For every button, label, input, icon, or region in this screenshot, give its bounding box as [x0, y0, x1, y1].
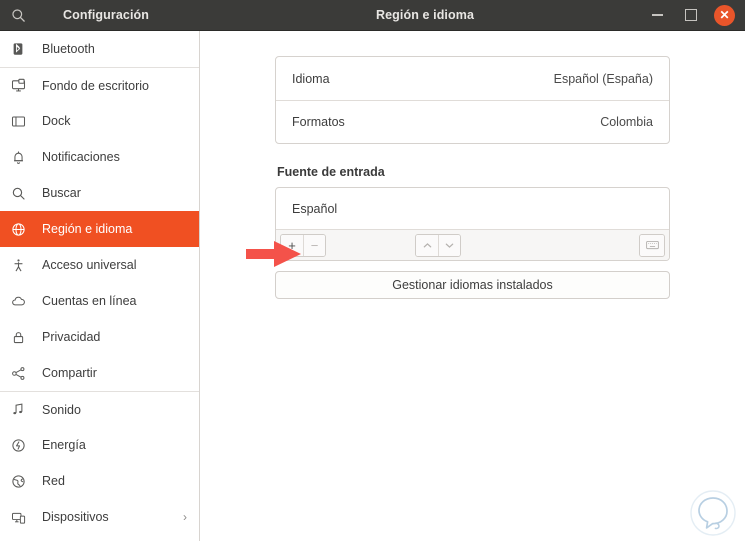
sidebar-item-energia[interactable]: Energía	[0, 427, 199, 463]
keyboard-preview-group	[639, 234, 665, 257]
minimize-button[interactable]	[646, 4, 668, 26]
sidebar-item-buscar[interactable]: Buscar	[0, 175, 199, 211]
formats-row-label: Formatos	[292, 115, 345, 129]
main-panel: Idioma Español (España) Formatos Colombi…	[200, 31, 745, 541]
manage-installed-languages-button[interactable]: Gestionar idiomas instalados	[275, 271, 670, 299]
input-source-section-title: Fuente de entrada	[277, 165, 670, 179]
sidebar-item-compartir[interactable]: Compartir	[0, 355, 199, 391]
dock-icon	[11, 114, 33, 129]
sidebar-item-label: Dispositivos	[42, 510, 183, 524]
maximize-button[interactable]	[680, 4, 702, 26]
input-source-list-item[interactable]: Español	[276, 188, 669, 229]
add-input-source-button[interactable]: +	[281, 235, 303, 256]
sidebar-item-label: Energía	[42, 438, 189, 452]
settings-window: Configuración Región e idioma ✕ Bluetoot…	[0, 0, 745, 541]
sidebar-item-fondo-de-escritorio[interactable]: Fondo de escritorio	[0, 67, 199, 103]
sidebar-item-detalles[interactable]: Detalles ›	[0, 535, 199, 541]
bell-icon	[11, 150, 33, 165]
app-title: Configuración	[34, 8, 200, 22]
accessibility-icon	[11, 258, 33, 273]
devices-icon	[11, 510, 33, 525]
sidebar-item-cuentas-en-linea[interactable]: Cuentas en línea	[0, 283, 199, 319]
language-row-label: Idioma	[292, 72, 330, 86]
sidebar-item-label: Notificaciones	[42, 150, 189, 164]
network-globe-icon	[11, 474, 33, 489]
music-note-icon	[11, 402, 33, 417]
sidebar-item-label: Dock	[42, 114, 189, 128]
sidebar-item-bluetooth[interactable]: Bluetooth	[0, 31, 199, 67]
sidebar-item-sonido[interactable]: Sonido	[0, 391, 199, 427]
input-source-item-label: Español	[292, 202, 337, 216]
formats-row-value: Colombia	[600, 115, 653, 129]
sidebar-item-label: Cuentas en línea	[42, 294, 189, 308]
sidebar-item-label: Bluetooth	[42, 42, 189, 56]
sidebar-item-red[interactable]: Red	[0, 463, 199, 499]
sidebar-item-label: Región e idioma	[42, 222, 189, 236]
keyboard-icon[interactable]	[640, 235, 664, 256]
main-content: Idioma Español (España) Formatos Colombi…	[275, 31, 670, 299]
power-icon	[11, 438, 33, 453]
language-row-value: Español (España)	[554, 72, 653, 86]
chevron-right-icon: ›	[183, 510, 189, 524]
lock-icon	[11, 330, 33, 345]
move-group	[415, 234, 461, 257]
sidebar-item-label: Compartir	[42, 366, 189, 380]
titlebar-main-section: Región e idioma ✕	[200, 0, 745, 30]
input-source-card: Español + −	[275, 187, 670, 261]
settings-sidebar: Bluetooth Fondo de escritorio Dock	[0, 31, 200, 541]
sidebar-item-label: Acceso universal	[42, 258, 189, 272]
titlebar: Configuración Región e idioma ✕	[0, 0, 745, 31]
sidebar-item-acceso-universal[interactable]: Acceso universal	[0, 247, 199, 283]
chevron-up-icon[interactable]	[416, 235, 438, 256]
formats-row[interactable]: Formatos Colombia	[276, 100, 669, 143]
language-row[interactable]: Idioma Español (España)	[276, 57, 669, 100]
sidebar-item-region-e-idioma[interactable]: Región e idioma	[0, 211, 199, 247]
search-icon	[11, 186, 33, 201]
sidebar-item-label: Fondo de escritorio	[42, 79, 189, 93]
sidebar-item-notificaciones[interactable]: Notificaciones	[0, 139, 199, 175]
add-remove-group: + −	[280, 234, 326, 257]
sidebar-item-label: Sonido	[42, 403, 189, 417]
sidebar-item-privacidad[interactable]: Privacidad	[0, 319, 199, 355]
chevron-down-icon[interactable]	[438, 235, 460, 256]
sidebar-item-dispositivos[interactable]: Dispositivos ›	[0, 499, 199, 535]
language-card: Idioma Español (España) Formatos Colombi…	[275, 56, 670, 144]
cloud-icon	[11, 294, 33, 309]
titlebar-sidebar-section: Configuración	[0, 0, 200, 30]
window-controls: ✕	[646, 0, 735, 30]
sidebar-item-label: Privacidad	[42, 330, 189, 344]
search-icon[interactable]	[2, 0, 34, 30]
sidebar-item-label: Red	[42, 474, 189, 488]
globe-icon	[11, 222, 33, 237]
sidebar-item-label: Buscar	[42, 186, 189, 200]
close-button[interactable]: ✕	[714, 5, 735, 26]
desktop-wallpaper-icon	[11, 78, 33, 93]
window-body: Bluetooth Fondo de escritorio Dock	[0, 31, 745, 541]
speech-bubble-logo-watermark	[689, 489, 737, 537]
input-source-toolbar: + −	[276, 229, 669, 260]
bluetooth-icon	[11, 42, 33, 56]
remove-input-source-button[interactable]: −	[303, 235, 325, 256]
sidebar-item-dock[interactable]: Dock	[0, 103, 199, 139]
share-icon	[11, 366, 33, 381]
